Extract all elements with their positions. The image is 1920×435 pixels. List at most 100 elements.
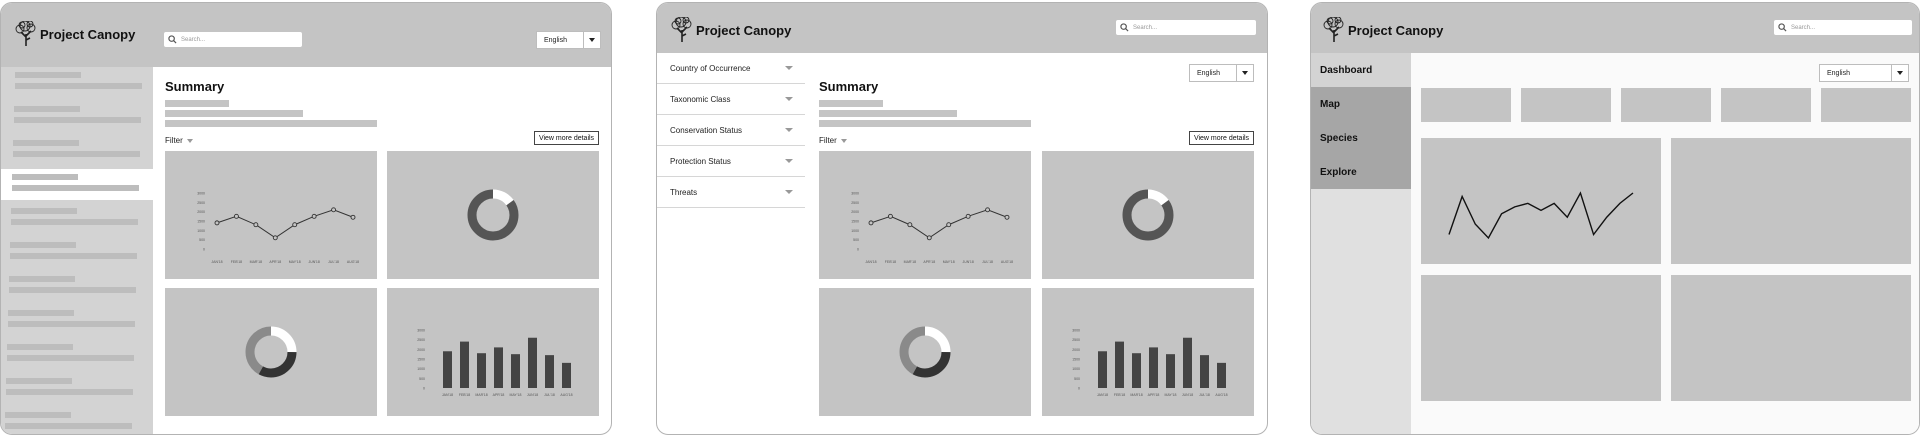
x-tick-label: JUL'18: [1199, 393, 1210, 397]
data-point: [331, 207, 337, 213]
chevron-down-icon[interactable]: [1236, 65, 1253, 81]
filter-conservation-status[interactable]: Conservation Status: [657, 115, 805, 146]
bar: [511, 354, 520, 388]
dashboard-panel[interactable]: [1421, 275, 1661, 401]
placeholder-text: [819, 110, 957, 117]
dashboard-line-chart-panel[interactable]: [1421, 138, 1661, 264]
search-input[interactable]: Search...: [1116, 20, 1256, 35]
y-tick-label: 2000: [197, 210, 205, 214]
view-more-details-button[interactable]: View more details: [1189, 131, 1254, 145]
x-tick-label: JUN'18: [308, 260, 319, 264]
tree-trunk: [676, 26, 688, 42]
language-value: English: [544, 36, 567, 44]
x-tick-label: MAR'18: [475, 393, 487, 397]
bar: [562, 362, 571, 388]
logo[interactable]: Project Canopy: [671, 17, 791, 43]
dashboard-panel[interactable]: [1671, 138, 1911, 264]
donut-chart-panel[interactable]: [387, 151, 599, 279]
chevron-down-icon[interactable]: [1891, 65, 1908, 81]
filter-threats[interactable]: Threats: [657, 177, 805, 208]
sidebar-item[interactable]: [1, 339, 153, 370]
view-more-details-button[interactable]: View more details: [534, 131, 599, 145]
bar: [1183, 337, 1192, 388]
kpi-card[interactable]: [1521, 88, 1611, 122]
sidebar-item[interactable]: [1, 135, 153, 166]
data-point: [272, 235, 278, 241]
y-tick-label: 500: [853, 238, 859, 242]
filter-country-of-occurrence[interactable]: Country of Occurrence: [657, 53, 805, 84]
top-header: Project Canopy Search... English: [1, 3, 611, 67]
bar: [1166, 354, 1175, 388]
filter-dropdown[interactable]: Filter: [165, 136, 193, 145]
donut-chart-panel[interactable]: [1042, 151, 1254, 279]
nav-item-explore[interactable]: Explore: [1311, 155, 1411, 189]
sidebar-item[interactable]: [1, 67, 153, 98]
y-tick-label: 2000: [851, 210, 859, 214]
sidebar-item[interactable]: [1, 407, 153, 434]
y-tick-label: 1500: [197, 220, 205, 224]
chevron-down-icon[interactable]: [583, 32, 600, 48]
line-chart-panel[interactable]: 3000 2500 2000 1500 1000 500 0 JAN'18 FEB'18 MAR'…: [165, 151, 377, 279]
sidebar-item[interactable]: [1, 237, 153, 268]
y-tick-label: 0: [1078, 387, 1080, 391]
tree-logo-icon: [1323, 17, 1345, 43]
y-tick-label: 1500: [851, 220, 859, 224]
kpi-card[interactable]: [1721, 88, 1811, 122]
dashboard-panel[interactable]: [1671, 275, 1911, 401]
sidebar-item-active[interactable]: [1, 169, 153, 200]
y-tick-label: 3000: [197, 192, 205, 196]
wireframe-summary-sidebar: Project Canopy Search... English Summary…: [0, 2, 612, 435]
sidebar-item[interactable]: [1, 203, 153, 234]
donut-chart-panel[interactable]: [165, 288, 377, 416]
kpi-card[interactable]: [1621, 88, 1711, 122]
language-select[interactable]: English: [536, 31, 601, 49]
x-tick-label: JUN'18: [527, 393, 538, 397]
data-point: [946, 222, 952, 228]
filter-protection-status[interactable]: Protection Status: [657, 146, 805, 177]
x-tick-label: AUG'18: [347, 260, 359, 264]
search-input[interactable]: Search...: [1774, 20, 1912, 35]
nav-item-map[interactable]: Map: [1311, 87, 1411, 121]
x-tick-label: AUG'18: [560, 393, 572, 397]
line-chart-panel[interactable]: 3000 2500 2000 1500 1000 500 0 JAN'18 FEB'18 MAR'…: [819, 151, 1031, 279]
logo[interactable]: Project Canopy: [15, 21, 135, 47]
sidebar-item[interactable]: [1, 101, 153, 132]
kpi-card[interactable]: [1421, 88, 1511, 122]
tree-leaf: [26, 23, 36, 33]
filter-dropdown[interactable]: Filter: [819, 136, 847, 145]
language-select[interactable]: English: [1189, 64, 1254, 82]
top-header: Project Canopy Search...: [657, 3, 1267, 53]
filter-taxonomic-class[interactable]: Taxonomic Class: [657, 84, 805, 115]
sidebar-item[interactable]: [1, 373, 153, 404]
tree-logo-icon: [15, 21, 37, 47]
sidebar-item[interactable]: [1, 271, 153, 302]
kpi-card[interactable]: [1821, 88, 1911, 122]
bar: [1149, 347, 1158, 388]
bar: [460, 341, 469, 388]
wireframe-summary-filters: Project Canopy Search... Country of Occu…: [656, 2, 1268, 435]
chevron-down-icon: [785, 159, 793, 163]
bar-chart-panel[interactable]: 3000 2500 2000 1500 1000 500 0 JAN'18 FEB'18 MAR'…: [387, 288, 599, 416]
sidebar-item[interactable]: [1, 305, 153, 336]
bar: [477, 353, 486, 388]
nav-item-species[interactable]: Species: [1311, 121, 1411, 155]
y-tick-label: 3000: [417, 329, 425, 333]
bar: [494, 347, 503, 388]
donut-chart-panel[interactable]: [819, 288, 1031, 416]
filter-label: Conservation Status: [670, 125, 743, 135]
filter-label: Filter: [165, 136, 183, 145]
dashboard-main: English: [1411, 53, 1919, 434]
chevron-down-icon: [840, 138, 847, 143]
bar-chart-panel[interactable]: 3000 2500 2000 1500 1000 500 0 JAN'18 FEB'18 MAR'…: [1042, 288, 1254, 416]
tree-leaf: [1334, 19, 1344, 29]
bar: [1200, 355, 1209, 388]
nav-item-dashboard[interactable]: Dashboard: [1311, 53, 1411, 87]
x-tick-label: MAY'18: [943, 260, 955, 264]
x-tick-label: APR'18: [923, 260, 935, 264]
language-select[interactable]: English: [1819, 64, 1909, 82]
x-tick-label: APR'18: [269, 260, 281, 264]
logo[interactable]: Project Canopy: [1323, 17, 1443, 43]
bar: [443, 351, 452, 388]
y-tick-label: 1000: [417, 367, 425, 371]
search-input[interactable]: Search...: [164, 32, 302, 47]
